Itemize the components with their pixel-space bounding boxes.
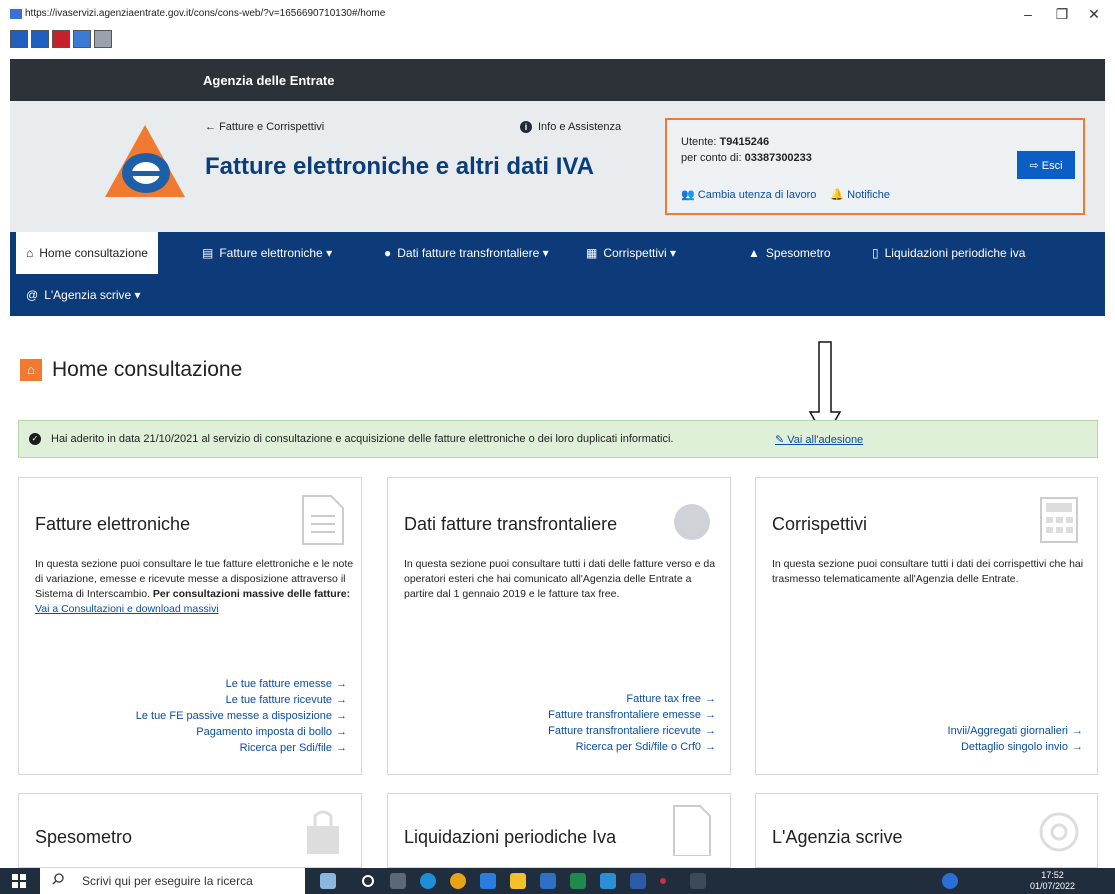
card-title: Fatture elettroniche bbox=[35, 514, 191, 534]
favicon-icon bbox=[10, 9, 22, 19]
adesione-link[interactable]: ✎ Vai all'adesione bbox=[775, 433, 863, 446]
at-icon bbox=[1039, 812, 1079, 852]
user-id: T9415246 bbox=[719, 136, 770, 148]
search-icon bbox=[52, 873, 64, 885]
excel-icon[interactable] bbox=[570, 873, 586, 889]
site-header: ← Fatture e Corrispettivi i Info e Assis… bbox=[10, 101, 1105, 232]
bag-icon bbox=[307, 810, 339, 854]
bag-icon: ▲ bbox=[748, 246, 760, 260]
link-transfrontaliere-ricevute[interactable]: Fatture transfrontaliere ricevute → bbox=[548, 723, 716, 739]
browser-toolbar bbox=[10, 30, 112, 50]
globe-icon bbox=[674, 504, 710, 540]
app-title: Fatture elettroniche e altri dati IVA bbox=[205, 153, 594, 180]
link-imposta-bollo[interactable]: Pagamento imposta di bollo → bbox=[136, 724, 347, 740]
logout-button[interactable]: ⇨ Esci bbox=[1017, 151, 1075, 179]
outlook-icon[interactable] bbox=[540, 873, 556, 889]
minimize-button[interactable]: – bbox=[1018, 6, 1038, 22]
card-links: Le tue fatture emesse → Le tue fatture ri… bbox=[136, 676, 347, 756]
address-url[interactable]: https://ivaservizi.agenziaentrate.gov.it… bbox=[25, 8, 385, 19]
link-dettaglio-invio[interactable]: Dettaglio singolo invio → bbox=[948, 739, 1083, 755]
card-title: Corrispettivi bbox=[772, 514, 868, 534]
refresh-icon[interactable] bbox=[73, 30, 91, 48]
link-fe-passive[interactable]: Le tue FE passive messe a disposizione → bbox=[136, 708, 347, 724]
nav-spesometro[interactable]: ▲ Spesometro bbox=[738, 232, 841, 274]
link-fatture-ricevute[interactable]: Le tue fatture ricevute → bbox=[136, 692, 347, 708]
card-links: Fatture tax free → Fatture transfrontalie… bbox=[548, 691, 716, 755]
card-title: L'Agenzia scrive bbox=[772, 827, 903, 847]
main-nav: ⌂ Home consultazione ▤ Fatture elettronich… bbox=[10, 232, 1105, 316]
link-invii-aggregati[interactable]: Invii/Aggregati giornalieri → bbox=[948, 723, 1083, 739]
nav-liquidazioni[interactable]: ▯ Liquidazioni periodiche iva bbox=[862, 232, 1035, 274]
adesione-alert: ✓ Hai aderito in data 21/10/2021 al serv… bbox=[18, 420, 1098, 458]
close-button[interactable]: ✕ bbox=[1084, 6, 1104, 23]
conto-id: 03387300233 bbox=[744, 152, 812, 164]
file-icon: ▯ bbox=[872, 246, 879, 260]
card-spesometro: Spesometro bbox=[18, 793, 362, 868]
site-topbar: Agenzia delle Entrate bbox=[10, 59, 1105, 101]
task-view-icon[interactable] bbox=[390, 873, 406, 889]
check-icon: ✓ bbox=[29, 433, 41, 445]
cortana-icon[interactable] bbox=[362, 875, 374, 887]
forward-icon[interactable] bbox=[31, 30, 49, 48]
ie-icon[interactable] bbox=[480, 873, 496, 889]
home-icon: ⌂ bbox=[26, 246, 34, 260]
page-heading: ⌂ Home consultazione bbox=[20, 358, 242, 382]
chrome-icon[interactable] bbox=[450, 873, 466, 889]
print-icon[interactable] bbox=[94, 30, 112, 48]
link-fatture-emesse[interactable]: Le tue fatture emesse → bbox=[136, 676, 347, 692]
card-title: Spesometro bbox=[35, 827, 133, 847]
calculator-icon bbox=[1040, 497, 1078, 543]
nav-fatture[interactable]: ▤ Fatture elettroniche ▾ bbox=[192, 232, 342, 274]
home-icon: ⌂ bbox=[20, 359, 42, 381]
file-explorer-icon[interactable] bbox=[510, 873, 526, 889]
edge-icon[interactable] bbox=[420, 873, 436, 889]
card-agenzia-scrive: L'Agenzia scrive bbox=[755, 793, 1098, 868]
card-title: Liquidazioni periodiche Iva bbox=[404, 827, 617, 847]
nav-agenzia-scrive[interactable]: @ L'Agenzia scrive ▾ bbox=[16, 274, 151, 316]
page-title: Home consultazione bbox=[52, 358, 243, 381]
back-link[interactable]: ← Fatture e Corrispettivi bbox=[205, 121, 324, 133]
taskbar-search[interactable]: Scrivi qui per eseguire la ricerca bbox=[40, 868, 305, 894]
calculator-icon: ▦ bbox=[586, 246, 598, 260]
globe-icon: ● bbox=[384, 246, 392, 260]
file-icon bbox=[673, 805, 711, 856]
link-ricerca-crf0[interactable]: Ricerca per Sdi/file o Crf0 → bbox=[548, 739, 716, 755]
card-title: Dati fatture transfrontaliere bbox=[404, 514, 618, 534]
card-corrispettivi: Corrispettivi In questa sezione puoi con… bbox=[755, 477, 1098, 775]
agenzia-logo-icon bbox=[105, 125, 185, 197]
link-transfrontaliere-emesse[interactable]: Fatture transfrontaliere emesse → bbox=[548, 707, 716, 723]
brand-name[interactable]: Agenzia delle Entrate bbox=[203, 73, 334, 88]
back-icon[interactable] bbox=[10, 30, 28, 48]
word-icon[interactable] bbox=[630, 873, 646, 889]
help-icon[interactable] bbox=[942, 873, 958, 889]
nav-transfrontaliere[interactable]: ● Dati fatture transfrontaliere ▾ bbox=[374, 232, 559, 274]
windows-taskbar: Scrivi qui per eseguire la ricerca 17:52… bbox=[0, 868, 1115, 894]
document-icon: ▤ bbox=[202, 246, 214, 260]
card-liquidazioni: Liquidazioni periodiche Iva bbox=[387, 793, 731, 868]
document-icon bbox=[302, 495, 344, 545]
link-ricerca-sdi[interactable]: Ricerca per Sdi/file → bbox=[136, 740, 347, 756]
user-panel: Utente: T9415246 per conto di: 033873002… bbox=[665, 118, 1085, 215]
card-transfrontaliere: Dati fatture transfrontaliere In questa … bbox=[387, 477, 731, 775]
notification-dot-icon[interactable] bbox=[660, 878, 666, 884]
browser-titlebar: https://ivaservizi.agenziaentrate.gov.it… bbox=[0, 0, 1115, 28]
card-links: Invii/Aggregati giornalieri → Dettaglio s… bbox=[948, 723, 1083, 755]
app-icon[interactable] bbox=[600, 873, 616, 889]
info-link[interactable]: i Info e Assistenza bbox=[520, 121, 621, 133]
nav-home[interactable]: ⌂ Home consultazione bbox=[16, 232, 158, 274]
nav-corrispettivi[interactable]: ▦ Corrispettivi ▾ bbox=[576, 232, 686, 274]
weather-icon[interactable] bbox=[320, 873, 336, 889]
change-user-link[interactable]: 👥 Cambia utenza di lavoro bbox=[681, 188, 816, 201]
maximize-button[interactable]: ❐ bbox=[1052, 6, 1072, 23]
taskbar-clock[interactable]: 17:52 01/07/2022 bbox=[1030, 870, 1075, 892]
network-icon[interactable] bbox=[690, 873, 706, 889]
consultazioni-massive-link[interactable]: Vai a Consultazioni e download massivi bbox=[35, 603, 219, 615]
at-icon: @ bbox=[26, 288, 39, 302]
info-icon: i bbox=[520, 121, 532, 133]
card-fatture: Fatture elettroniche In questa sezione p… bbox=[18, 477, 362, 775]
link-tax-free[interactable]: Fatture tax free → bbox=[548, 691, 716, 707]
stop-icon[interactable] bbox=[52, 30, 70, 48]
notifications-link[interactable]: 🔔 Notifiche bbox=[830, 188, 890, 201]
windows-start-icon[interactable] bbox=[12, 874, 26, 888]
